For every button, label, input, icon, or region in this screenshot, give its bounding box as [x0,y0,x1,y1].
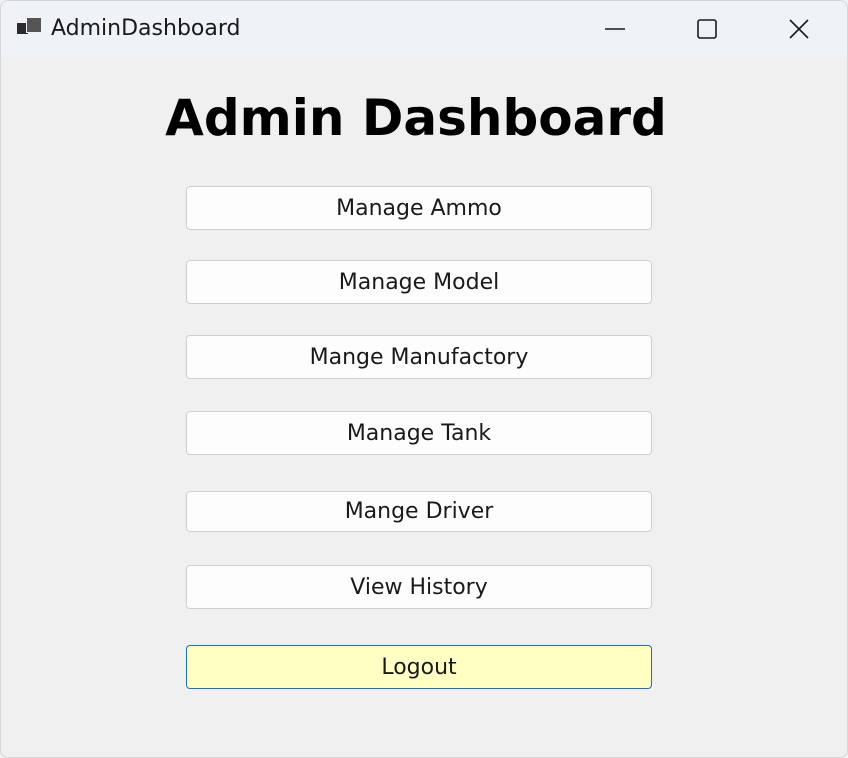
view-history-button[interactable]: View History [186,565,652,609]
manage-tank-button[interactable]: Manage Tank [186,411,652,455]
close-button[interactable] [753,1,845,57]
page-title: Admin Dashboard [165,89,667,147]
maximize-button[interactable] [661,1,753,57]
minimize-icon [605,28,625,30]
logout-button[interactable]: Logout [186,645,652,689]
manage-driver-button[interactable]: Mange Driver [186,491,652,532]
admin-dashboard-window: AdminDashboard Admin Dashboard Manage Am… [0,0,848,758]
title-bar[interactable]: AdminDashboard [1,1,847,57]
close-icon [789,19,809,39]
maximize-icon [697,19,717,39]
manage-ammo-button[interactable]: Manage Ammo [186,186,652,230]
app-window-icon [17,17,42,39]
manage-model-button[interactable]: Manage Model [186,260,652,304]
minimize-button[interactable] [569,1,661,57]
window-title: AdminDashboard [51,16,241,41]
manage-manufactory-button[interactable]: Mange Manufactory [186,335,652,379]
